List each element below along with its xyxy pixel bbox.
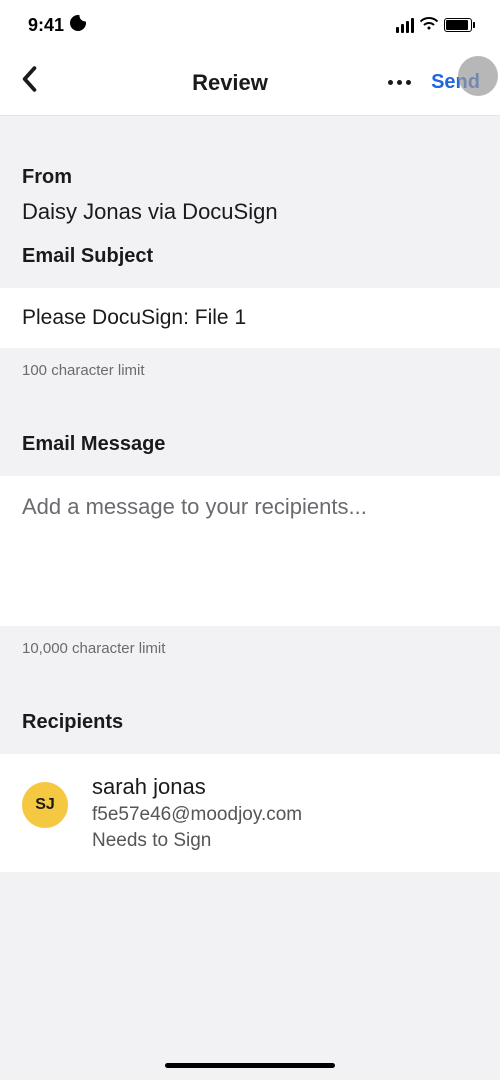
moon-icon: [70, 15, 86, 36]
recipient-info: sarah jonas f5e57e46@moodjoy.com Needs t…: [92, 774, 302, 852]
status-time: 9:41: [28, 15, 64, 36]
from-label: From: [0, 166, 500, 189]
recipient-email: f5e57e46@moodjoy.com: [92, 804, 302, 826]
back-button[interactable]: [20, 66, 38, 99]
message-input[interactable]: Add a message to your recipients...: [0, 476, 500, 626]
battery-icon: [444, 18, 472, 32]
more-options-button[interactable]: [388, 80, 411, 85]
message-limit: 10,000 character limit: [0, 626, 500, 671]
home-indicator[interactable]: [165, 1063, 335, 1068]
status-bar: 9:41: [0, 0, 500, 50]
recipients-label: Recipients: [0, 671, 500, 754]
from-value: Daisy Jonas via DocuSign: [0, 199, 500, 245]
subject-input[interactable]: Please DocuSign: File 1: [0, 288, 500, 348]
message-label: Email Message: [0, 393, 500, 476]
subject-label: Email Subject: [0, 245, 500, 288]
status-indicators: [396, 15, 472, 36]
page-title: Review: [100, 70, 360, 96]
touch-indicator: [458, 56, 498, 96]
status-time-group: 9:41: [28, 15, 86, 36]
cellular-icon: [396, 18, 414, 33]
message-placeholder: Add a message to your recipients...: [22, 494, 478, 520]
recipient-row[interactable]: SJ sarah jonas f5e57e46@moodjoy.com Need…: [0, 754, 500, 872]
recipient-status: Needs to Sign: [92, 830, 302, 852]
recipient-name: sarah jonas: [92, 774, 302, 800]
subject-limit: 100 character limit: [0, 348, 500, 393]
wifi-icon: [420, 15, 438, 36]
avatar: SJ: [22, 782, 68, 828]
nav-bar: Review Send: [0, 50, 500, 116]
